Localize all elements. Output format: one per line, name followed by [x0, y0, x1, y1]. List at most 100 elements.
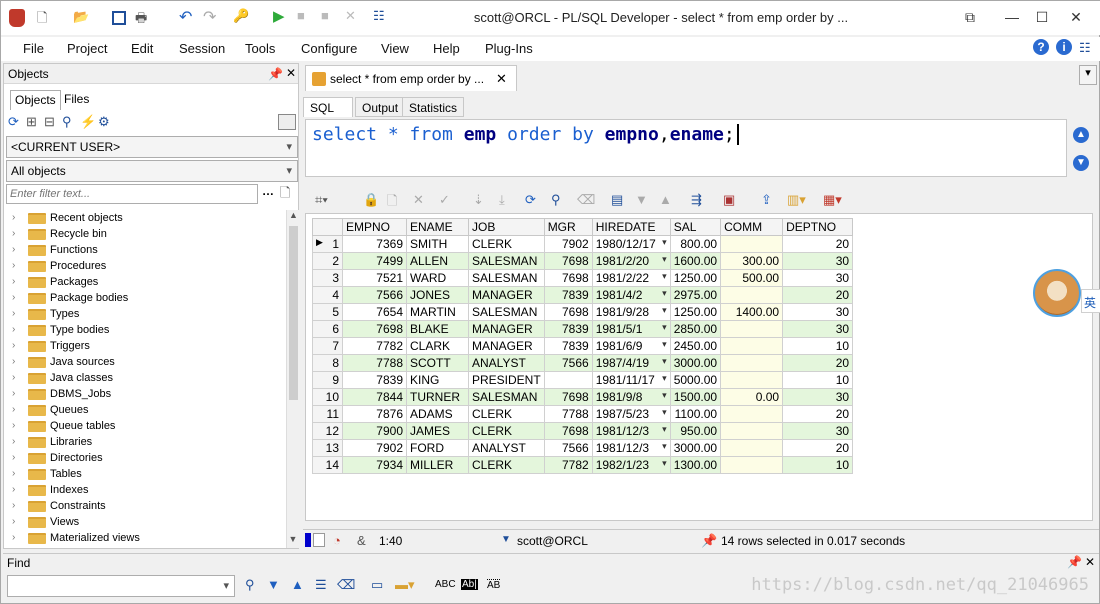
- table-row[interactable]: 6 7698 BLAKE MANAGER 7839 ▾ 1981/5/1 2850.00 30: [312, 320, 854, 338]
- table-cell[interactable]: [720, 371, 784, 389]
- whole-word-option[interactable]: Ab|: [461, 579, 478, 590]
- table-cell[interactable]: 7566: [543, 354, 593, 372]
- table-cell[interactable]: 7902: [543, 235, 593, 253]
- date-dropdown-icon[interactable]: ▾: [662, 458, 667, 469]
- table-cell[interactable]: 30: [782, 320, 854, 338]
- expand-icon[interactable]: ›: [12, 402, 22, 418]
- table-cell[interactable]: 7698: [543, 422, 593, 440]
- find-prev-icon[interactable]: ▲: [291, 577, 304, 592]
- menu-project[interactable]: Project: [67, 41, 107, 56]
- table-cell[interactable]: 950.00: [669, 422, 722, 440]
- tree-item[interactable]: › Constraints: [8, 498, 286, 514]
- table-cell[interactable]: ▾ 1987/4/19: [591, 354, 671, 372]
- table-cell[interactable]: 7902: [342, 439, 407, 457]
- tree-item[interactable]: › Package bodies: [8, 290, 286, 306]
- table-cell[interactable]: 7654: [342, 303, 407, 321]
- table-cell[interactable]: ▾ 1981/9/28: [591, 303, 671, 321]
- table-cell[interactable]: 10: [782, 337, 854, 355]
- export-icon[interactable]: ⇪: [761, 192, 772, 208]
- table-cell[interactable]: ▾ 1987/5/23: [591, 405, 671, 423]
- pin-icon[interactable]: 📌: [1067, 555, 1082, 569]
- table-row[interactable]: 14 7934 MILLER CLERK 7782 ▾ 1982/1/23 1300.00 10: [312, 456, 854, 474]
- expand-icon[interactable]: ›: [12, 482, 22, 498]
- table-cell[interactable]: 7839: [543, 286, 593, 304]
- table-cell[interactable]: MANAGER: [468, 320, 545, 338]
- date-dropdown-icon[interactable]: ▾: [662, 271, 667, 282]
- scroll-down-circle-icon[interactable]: ▼: [1073, 155, 1089, 171]
- menu-file[interactable]: File: [23, 41, 44, 56]
- table-cell[interactable]: CLERK: [468, 405, 545, 423]
- expand-icon[interactable]: ›: [12, 466, 22, 482]
- single-record-icon[interactable]: ▤: [611, 192, 623, 208]
- minimize-icon[interactable]: —: [995, 1, 1029, 33]
- tree-item[interactable]: › Functions: [8, 242, 286, 258]
- table-export-icon[interactable]: ▦▾: [823, 192, 842, 208]
- table-cell[interactable]: 7788: [543, 405, 593, 423]
- table-row[interactable]: 12 7900 JAMES CLERK 7698 ▾ 1981/12/3 950.00 30: [312, 422, 854, 440]
- menu-tools[interactable]: Tools: [245, 41, 275, 56]
- table-row[interactable]: 13 7902 FORD ANALYST 7566 ▾ 1981/12/3 3000.00 20: [312, 439, 854, 457]
- break-icon[interactable]: ■: [297, 8, 305, 23]
- table-cell[interactable]: ▾ 1981/12/3: [591, 439, 671, 457]
- filter-input[interactable]: [6, 184, 258, 204]
- column-header[interactable]: COMM: [720, 218, 784, 236]
- table-cell[interactable]: 1300.00: [669, 456, 722, 474]
- tree-item[interactable]: › Types: [8, 306, 286, 322]
- maximize-icon[interactable]: ☐: [1025, 1, 1059, 33]
- table-cell[interactable]: ▾ 1981/11/17: [591, 371, 671, 389]
- filter-icon[interactable]: ⚡: [80, 114, 96, 130]
- expand-icon[interactable]: ›: [12, 210, 22, 226]
- expand-icon[interactable]: ›: [12, 242, 22, 258]
- tab-list-dropdown[interactable]: ▾: [1079, 65, 1097, 85]
- table-cell[interactable]: 1250.00: [669, 269, 722, 287]
- next-page-icon[interactable]: ▼: [635, 192, 648, 207]
- table-cell[interactable]: 1250.00: [669, 303, 722, 321]
- expand-icon[interactable]: ›: [12, 354, 22, 370]
- open-folder-icon[interactable]: 📂: [73, 9, 89, 25]
- connection-name[interactable]: scott@ORCL: [517, 534, 588, 548]
- table-cell[interactable]: WARD: [406, 269, 469, 287]
- table-cell[interactable]: [720, 320, 784, 338]
- table-cell[interactable]: 7698: [543, 252, 593, 270]
- table-row[interactable]: 5 7654 MARTIN SALESMAN 7698 ▾ 1981/9/28 1250.00…: [312, 303, 854, 321]
- table-cell[interactable]: ▾ 1981/2/20: [591, 252, 671, 270]
- table-cell[interactable]: CLERK: [468, 235, 545, 253]
- table-cell[interactable]: 7839: [543, 337, 593, 355]
- table-cell[interactable]: ANALYST: [468, 354, 545, 372]
- fetch-next-icon[interactable]: ⇣: [473, 192, 484, 208]
- tree-item[interactable]: › Triggers: [8, 338, 286, 354]
- find-input[interactable]: ▾: [7, 575, 235, 597]
- date-dropdown-icon[interactable]: ▾: [662, 356, 667, 367]
- column-header[interactable]: SAL: [669, 218, 722, 236]
- list-icon[interactable]: ☰: [315, 577, 327, 593]
- column-header[interactable]: MGR: [543, 218, 593, 236]
- table-row[interactable]: 2 7499 ALLEN SALESMAN 7698 ▾ 1981/2/20 1600.00 3…: [312, 252, 854, 270]
- table-cell[interactable]: [720, 235, 784, 253]
- expand-icon[interactable]: ›: [12, 530, 22, 546]
- refresh-icon[interactable]: ⟳: [8, 114, 19, 130]
- insert-record-icon[interactable]: 🗋: [387, 192, 397, 214]
- table-cell[interactable]: ALLEN: [406, 252, 469, 270]
- expand-icon[interactable]: ›: [12, 322, 22, 338]
- table-row[interactable]: 9 7839 KING PRESIDENT ▾ 1981/11/17 5000.00 10: [312, 371, 854, 389]
- date-dropdown-icon[interactable]: ▾: [662, 373, 667, 384]
- date-dropdown-icon[interactable]: ▾: [662, 441, 667, 452]
- subtab-statistics[interactable]: Statistics: [402, 97, 465, 117]
- table-cell[interactable]: 20: [782, 439, 854, 457]
- table-cell[interactable]: 7839: [342, 371, 407, 389]
- lock-icon[interactable]: 🔒: [363, 192, 379, 208]
- expand-icon[interactable]: ›: [12, 306, 22, 322]
- tree-scrollbar[interactable]: ▲ ▼: [286, 210, 300, 548]
- table-cell[interactable]: CLARK: [406, 337, 469, 355]
- table-cell[interactable]: [543, 371, 593, 389]
- table-cell[interactable]: 30: [782, 303, 854, 321]
- avatar[interactable]: [1033, 269, 1081, 317]
- collapse-all-icon[interactable]: ⊟: [44, 114, 55, 130]
- tree-item[interactable]: › Materialized views: [8, 530, 286, 546]
- tree-item[interactable]: › Queue tables: [8, 418, 286, 434]
- date-dropdown-icon[interactable]: ▾: [662, 305, 667, 316]
- delete-record-icon[interactable]: ✕: [413, 192, 424, 208]
- refresh-query-icon[interactable]: ⟳: [525, 192, 536, 208]
- table-cell[interactable]: 30: [782, 388, 854, 406]
- table-cell[interactable]: 30: [782, 422, 854, 440]
